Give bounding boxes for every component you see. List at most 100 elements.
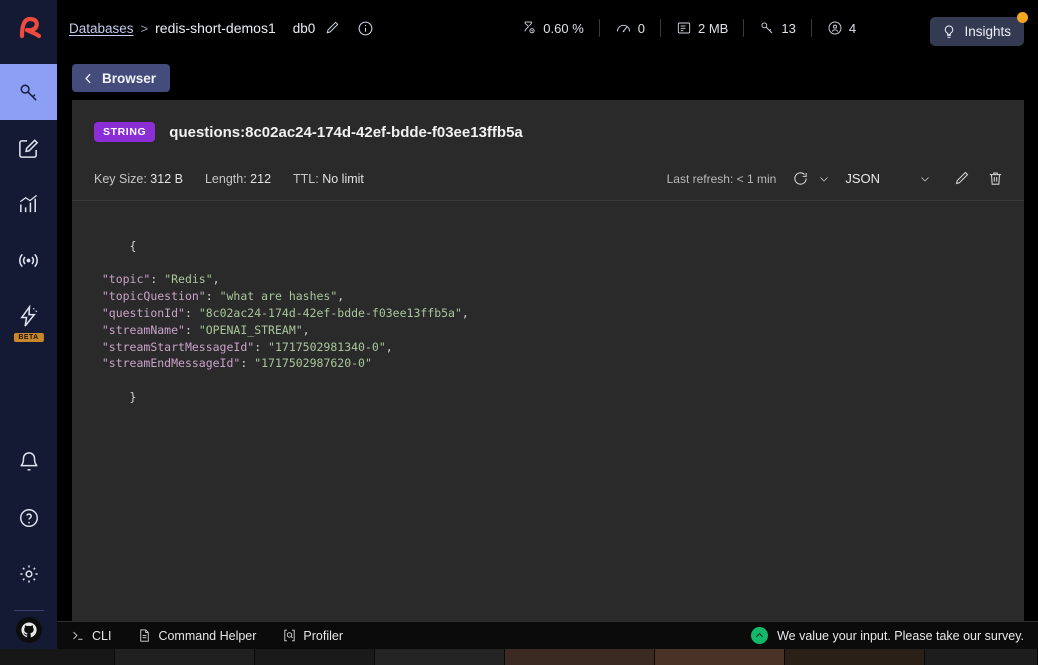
key-details-panel: STRING questions:8c02ac24-174d-42ef-bdde… bbox=[72, 100, 1024, 632]
taskbar-segment bbox=[925, 649, 1038, 665]
edit-value-pencil-icon[interactable] bbox=[948, 166, 974, 192]
json-comma: , bbox=[462, 306, 469, 320]
cli-button[interactable]: CLI bbox=[71, 628, 111, 643]
key-length-label: Length: bbox=[205, 172, 247, 186]
bar-chart-icon bbox=[17, 193, 40, 216]
json-entry-key: "topicQuestion" bbox=[102, 289, 206, 303]
json-entry: "topicQuestion": "what are hashes", bbox=[88, 288, 1002, 305]
json-colon: : bbox=[254, 340, 268, 354]
key-name[interactable]: questions:8c02ac24-174d-42ef-bdde-f03ee1… bbox=[169, 124, 522, 141]
json-comma: , bbox=[386, 340, 393, 354]
info-circle-icon[interactable] bbox=[357, 20, 374, 37]
key-actions: Last refresh: < 1 min JSON bbox=[667, 166, 1008, 192]
json-entry: "streamName": "OPENAI_STREAM", bbox=[88, 322, 1002, 339]
command-helper-label: Command Helper bbox=[158, 629, 256, 643]
key-value-json-view[interactable]: { "topic": "Redis", "topicQuestion": "wh… bbox=[72, 201, 1024, 423]
taskbar-segment bbox=[115, 649, 255, 665]
edit-square-icon bbox=[17, 137, 40, 160]
sidebar-item-workbench[interactable] bbox=[0, 120, 57, 176]
stat-cpu[interactable]: 0.60 % bbox=[506, 20, 598, 36]
key-ttl-label: TTL: bbox=[293, 172, 319, 186]
key-length: Length: 212 bbox=[205, 172, 271, 186]
profiler-button[interactable]: Profiler bbox=[282, 628, 343, 643]
redis-logo[interactable] bbox=[0, 0, 57, 56]
db-index-label: db0 bbox=[293, 21, 316, 36]
cli-label: CLI bbox=[92, 629, 111, 643]
sidebar-item-notifications[interactable] bbox=[0, 434, 57, 490]
key-length-value: 212 bbox=[250, 172, 271, 186]
beta-badge: BETA bbox=[13, 333, 43, 342]
json-entry-key: "topic" bbox=[102, 272, 150, 286]
sidebar-divider bbox=[14, 610, 44, 611]
profiler-label: Profiler bbox=[303, 629, 343, 643]
key-type-badge: STRING bbox=[94, 122, 155, 142]
top-header-bar: Databases > redis-short-demos1 db0 bbox=[57, 0, 1038, 56]
json-colon: : bbox=[206, 289, 220, 303]
json-entry-key: "streamName" bbox=[102, 323, 185, 337]
delete-key-trash-icon[interactable] bbox=[982, 166, 1008, 192]
survey-text: We value your input. Please take our sur… bbox=[777, 629, 1024, 643]
sidebar-item-analysis-tools[interactable] bbox=[0, 176, 57, 232]
sidebar-item-help[interactable] bbox=[0, 490, 57, 546]
back-to-browser-button[interactable]: Browser bbox=[72, 64, 170, 92]
bell-icon bbox=[18, 451, 40, 473]
format-chevron-down-icon[interactable] bbox=[914, 166, 936, 192]
value-format-select[interactable]: JSON bbox=[845, 171, 880, 186]
github-icon bbox=[20, 621, 38, 639]
stat-cpu-value: 0.60 % bbox=[543, 21, 583, 36]
refresh-options-chevron-down-icon[interactable] bbox=[813, 166, 835, 192]
breadcrumb-database-name: redis-short-demos1 bbox=[155, 20, 276, 36]
pencil-icon[interactable] bbox=[324, 20, 340, 36]
json-close-brace: } bbox=[130, 390, 137, 404]
stat-commands-per-sec[interactable]: 0 bbox=[600, 20, 660, 37]
json-entry: "streamEndMessageId": "1717502987620-0" bbox=[88, 355, 1002, 372]
stat-connected-clients[interactable]: 4 bbox=[812, 20, 871, 36]
taskbar-segment bbox=[375, 649, 505, 665]
json-entry-value: "8c02ac24-174d-42ef-bdde-f03ee13ffb5a" bbox=[199, 306, 462, 320]
json-comma: , bbox=[337, 289, 344, 303]
key-ttl-value: No limit bbox=[322, 172, 364, 186]
browser-button-label: Browser bbox=[102, 71, 156, 86]
taskbar-segment bbox=[505, 649, 655, 665]
broadcast-icon bbox=[17, 249, 40, 272]
sidebar-nav-top: BETA bbox=[0, 64, 57, 344]
stat-keys[interactable]: 13 bbox=[744, 20, 810, 36]
survey-banner[interactable]: We value your input. Please take our sur… bbox=[751, 627, 1038, 644]
insights-button[interactable]: Insights bbox=[930, 17, 1024, 46]
json-entry-value: "Redis" bbox=[164, 272, 212, 286]
taskbar-segment bbox=[785, 649, 925, 665]
json-entry: "streamStartMessageId": "1717502981340-0… bbox=[88, 339, 1002, 356]
stat-memory-value: 2 MB bbox=[698, 21, 728, 36]
sidebar-item-browser[interactable] bbox=[0, 64, 57, 120]
stat-commands-value: 0 bbox=[638, 21, 645, 36]
json-colon: : bbox=[150, 272, 164, 286]
json-entry: "questionId": "8c02ac24-174d-42ef-bdde-f… bbox=[88, 305, 1002, 322]
sidebar-item-github[interactable] bbox=[16, 617, 42, 643]
key-icon bbox=[759, 20, 775, 36]
breadcrumb-separator: > bbox=[141, 21, 149, 36]
command-helper-button[interactable]: Command Helper bbox=[137, 628, 256, 643]
user-icon bbox=[827, 20, 843, 36]
sidebar-item-settings[interactable] bbox=[0, 546, 57, 602]
stat-memory[interactable]: 2 MB bbox=[661, 20, 743, 36]
key-size: Key Size: 312 B bbox=[94, 172, 183, 186]
json-entry-key: "streamStartMessageId" bbox=[102, 340, 254, 354]
breadcrumb-databases-link[interactable]: Databases bbox=[69, 21, 134, 36]
taskbar-segment bbox=[655, 649, 785, 665]
json-colon: : bbox=[185, 306, 199, 320]
json-entry: "topic": "Redis", bbox=[88, 271, 1002, 288]
sidebar-nav-bottom bbox=[0, 434, 57, 649]
json-entry-value: "OPENAI_STREAM" bbox=[199, 323, 303, 337]
refresh-icon[interactable] bbox=[787, 166, 813, 192]
profiler-search-icon bbox=[282, 628, 297, 643]
os-taskbar-strip bbox=[0, 649, 1038, 665]
document-icon bbox=[137, 628, 152, 643]
key-size-label: Key Size: bbox=[94, 172, 147, 186]
redisinsight-window: BETA bbox=[0, 0, 1038, 665]
sidebar-item-pub-sub[interactable] bbox=[0, 232, 57, 288]
survey-icon bbox=[751, 627, 768, 644]
json-entry-key: "questionId" bbox=[102, 306, 185, 320]
lightbulb-icon bbox=[941, 24, 957, 40]
key-ttl[interactable]: TTL: No limit bbox=[293, 172, 364, 186]
sidebar-item-redis-copilot[interactable]: BETA bbox=[0, 288, 57, 344]
